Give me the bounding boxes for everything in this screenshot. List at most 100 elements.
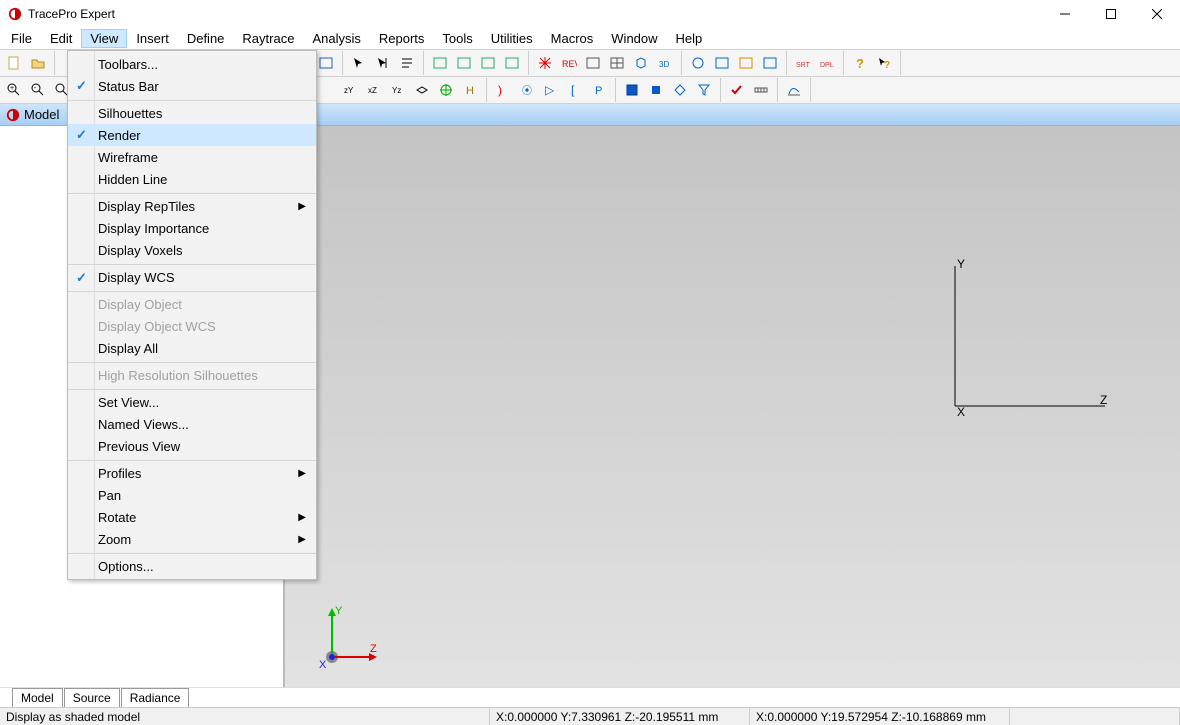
menu-item-options[interactable]: Options... [68,553,316,577]
menu-item-rotate[interactable]: Rotate▶ [68,506,316,528]
h-icon[interactable]: H [459,79,481,101]
bracket3-icon[interactable]: [ [564,79,586,101]
maximize-button[interactable] [1088,0,1134,28]
menu-item-named-views[interactable]: Named Views... [68,413,316,435]
context-help-icon[interactable]: ? [873,52,895,74]
tab-model[interactable]: Model [12,688,63,707]
menu-define[interactable]: Define [178,29,234,48]
win4-icon[interactable] [501,52,523,74]
chart-icon[interactable] [759,52,781,74]
dpl-icon[interactable]: DPL [816,52,838,74]
xy-icon[interactable]: zY [339,79,361,101]
menu-view[interactable]: View [81,29,127,48]
menu-raytrace[interactable]: Raytrace [233,29,303,48]
menu-macros[interactable]: Macros [542,29,603,48]
menu-item-render[interactable]: ✓Render [68,124,316,146]
menu-help[interactable]: Help [667,29,712,48]
zoom-in-icon[interactable]: + [3,79,25,101]
menu-item-set-view[interactable]: Set View... [68,389,316,413]
graph-icon[interactable] [315,52,337,74]
align-icon[interactable] [396,52,418,74]
menu-item-status-bar[interactable]: ✓Status Bar [68,75,316,97]
menu-item-display-voxels[interactable]: Display Voxels [68,239,316,261]
cube-icon[interactable] [630,52,652,74]
help-icon[interactable]: ? [849,52,871,74]
save-icon[interactable] [621,79,643,101]
wcs-axis-indicator: Y X Z [945,256,1115,416]
svg-text:X: X [957,405,965,416]
menu-item-previous-view[interactable]: Previous View [68,435,316,457]
open-icon[interactable] [27,52,49,74]
win2-icon[interactable] [453,52,475,74]
target2-icon[interactable] [435,79,457,101]
target-icon[interactable] [687,52,709,74]
burst-icon[interactable] [534,52,556,74]
menu-item-pan[interactable]: Pan [68,484,316,506]
arrow-right-icon[interactable] [372,52,394,74]
menu-utilities[interactable]: Utilities [482,29,542,48]
tab-source[interactable]: Source [64,688,120,707]
menu-insert[interactable]: Insert [127,29,178,48]
svg-text:SRT: SRT [796,62,811,69]
status-coord-1: X:0.000000 Y:7.330961 Z:-20.195511 mm [490,708,750,725]
svg-text:⦿: ⦿ [522,85,532,97]
yz-icon[interactable]: Yz [387,79,409,101]
table-icon[interactable] [606,52,628,74]
orientation-axis-widget: Y Z X [315,602,385,672]
svg-text:REV: REV [562,59,577,69]
bracket2-icon[interactable]: ▷ [540,79,562,101]
svg-text:[: [ [571,83,575,97]
menu-item-silhouettes[interactable]: Silhouettes [68,100,316,124]
tab-radiance[interactable]: Radiance [121,688,190,707]
diamond-icon[interactable] [669,79,691,101]
grid-icon[interactable] [582,52,604,74]
menu-item-display-wcs[interactable]: ✓Display WCS [68,264,316,288]
zoom-out-icon[interactable]: - [27,79,49,101]
close-button[interactable] [1134,0,1180,28]
paren-icon[interactable]: ) [492,79,514,101]
srt-icon[interactable]: SRT [792,52,814,74]
menu-item-zoom[interactable]: Zoom▶ [68,528,316,550]
menu-window[interactable]: Window [602,29,666,48]
win3-icon[interactable] [477,52,499,74]
status-bar: Display as shaded model X:0.000000 Y:7.3… [0,707,1180,725]
menu-reports[interactable]: Reports [370,29,434,48]
3d-icon[interactable]: 3D [654,52,676,74]
curve-icon[interactable] [783,79,805,101]
new-icon[interactable] [3,52,25,74]
funnel-icon[interactable] [693,79,715,101]
svg-text:-: - [34,85,37,92]
status-spacer [1010,708,1180,725]
iso-icon[interactable] [411,79,433,101]
plot-icon[interactable] [711,52,733,74]
menu-item-wireframe[interactable]: Wireframe [68,146,316,168]
menu-tools[interactable]: Tools [433,29,481,48]
menu-item-display-reptiles[interactable]: Display RepTiles▶ [68,193,316,217]
menu-analysis[interactable]: Analysis [303,29,369,48]
menu-item-profiles[interactable]: Profiles▶ [68,460,316,484]
p-icon[interactable]: P [588,79,610,101]
app-icon [8,7,22,21]
layers-icon[interactable] [735,52,757,74]
menu-item-toolbars[interactable]: Toolbars... [68,53,316,75]
menu-item-display-importance[interactable]: Display Importance [68,217,316,239]
status-hint: Display as shaded model [0,708,490,725]
bracket1-icon[interactable]: ⦿ [516,79,538,101]
stop-icon[interactable] [645,79,667,101]
rev-icon[interactable]: REV [558,52,580,74]
svg-text:3D: 3D [659,60,669,69]
xz-icon[interactable]: xZ [363,79,385,101]
arrow-icon[interactable] [348,52,370,74]
viewport[interactable]: Y X Z Y Z X [285,126,1180,687]
svg-text:DPL: DPL [820,62,834,69]
win1-icon[interactable] [429,52,451,74]
menu-item-display-object: Display Object [68,291,316,315]
doc-icon [6,108,20,122]
menu-edit[interactable]: Edit [41,29,81,48]
minimize-button[interactable] [1042,0,1088,28]
check-icon[interactable] [726,79,748,101]
ruler-icon[interactable] [750,79,772,101]
menu-file[interactable]: File [2,29,41,48]
menu-item-hidden-line[interactable]: Hidden Line [68,168,316,190]
menu-item-display-all[interactable]: Display All [68,337,316,359]
